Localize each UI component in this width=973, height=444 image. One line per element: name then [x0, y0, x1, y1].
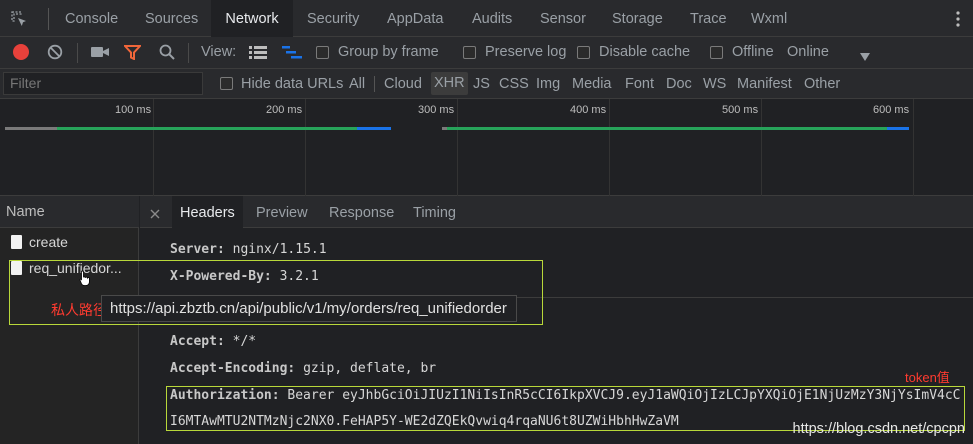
timeline-gridline — [457, 99, 458, 196]
timeline-bar-create — [57, 127, 357, 130]
timeline-bar-req-download — [887, 127, 909, 130]
filter-type-doc[interactable]: Doc — [666, 69, 692, 98]
filter-type-media[interactable]: Media — [572, 69, 612, 98]
timeline-gridline — [913, 99, 914, 196]
request-header-accept: Accept: */* — [170, 334, 256, 349]
network-toolbar: View: Group by frame Preserve log Disabl… — [0, 37, 973, 69]
group-by-frame-label: Group by frame — [338, 44, 439, 60]
timeline-tick-label: 100 ms — [115, 104, 152, 116]
filter-type-xhr[interactable]: XHR — [431, 72, 468, 95]
request-row[interactable]: create — [0, 229, 139, 255]
toolbar-separator — [77, 43, 78, 63]
view-label: View: — [201, 44, 237, 60]
tab-audits[interactable]: Audits — [472, 0, 512, 37]
name-column-label: Name — [6, 204, 45, 220]
screenshot-camera-icon[interactable] — [91, 45, 109, 59]
timeline-bar-req-unifiedorder — [447, 127, 887, 130]
disable-cache-label: Disable cache — [599, 44, 691, 60]
timeline-bar-create-download — [357, 127, 391, 130]
filter-separator — [374, 76, 375, 92]
toolbar-separator — [188, 43, 189, 63]
request-list-header[interactable]: Name — [0, 196, 139, 228]
offline-label: Offline — [732, 44, 774, 60]
disable-cache-checkbox[interactable] — [577, 46, 590, 59]
filter-type-ws[interactable]: WS — [703, 69, 726, 98]
inspect-element-icon[interactable] — [10, 10, 28, 28]
timeline-tick-label: 500 ms — [722, 104, 759, 116]
timeline-gridline — [153, 99, 154, 196]
timeline-tick-label: 400 ms — [570, 104, 607, 116]
request-header-accept-encoding: Accept-Encoding: gzip, deflate, br — [170, 361, 436, 376]
network-timeline-overview[interactable]: 100 ms 200 ms 300 ms 400 ms 500 ms 600 m… — [0, 99, 973, 196]
offline-checkbox[interactable] — [710, 46, 723, 59]
filter-funnel-icon[interactable] — [122, 45, 143, 61]
throttling-select[interactable]: Online — [787, 37, 829, 68]
tab-appdata[interactable]: AppData — [387, 0, 443, 37]
chevron-down-icon[interactable] — [860, 48, 870, 61]
filter-bar: Filter Hide data URLs All Cloud XHR JS C… — [0, 69, 973, 99]
header-value: nginx/1.15.1 — [232, 242, 327, 257]
preserve-log-checkbox[interactable] — [463, 46, 476, 59]
filter-type-other[interactable]: Other — [804, 69, 840, 98]
tab-storage[interactable]: Storage — [612, 0, 663, 37]
filter-type-all[interactable]: All — [349, 69, 365, 98]
close-icon[interactable] — [150, 206, 160, 219]
url-tooltip: https://api.zbztb.cn/api/public/v1/my/or… — [101, 295, 517, 322]
tab-sources[interactable]: Sources — [145, 0, 198, 37]
record-icon[interactable] — [13, 44, 29, 60]
timeline-tick-label: 200 ms — [266, 104, 303, 116]
filter-type-cloud[interactable]: Cloud — [384, 69, 422, 98]
hide-data-urls-label: Hide data URLs — [241, 76, 344, 92]
header-key: Server: — [170, 242, 225, 257]
token-label: token值 — [905, 370, 950, 385]
header-value: gzip, deflate, br — [303, 361, 437, 376]
tab-preview[interactable]: Preview — [256, 196, 308, 228]
timeline-tick-label: 600 ms — [873, 104, 910, 116]
timeline-gridline — [609, 99, 610, 196]
filter-type-manifest[interactable]: Manifest — [737, 69, 792, 98]
tab-console[interactable]: Console — [65, 0, 118, 37]
timeline-gridline — [761, 99, 762, 196]
timeline-bar-queued — [5, 127, 57, 130]
tab-security[interactable]: Security — [307, 0, 359, 37]
more-menu-icon[interactable] — [955, 11, 961, 27]
tab-sensor[interactable]: Sensor — [540, 0, 586, 37]
large-rows-icon[interactable] — [249, 46, 267, 59]
filter-type-js[interactable]: JS — [473, 69, 490, 98]
search-icon[interactable] — [159, 44, 175, 60]
filter-input[interactable]: Filter — [3, 72, 203, 95]
tab-headers[interactable]: Headers — [172, 196, 243, 228]
tab-timing[interactable]: Timing — [413, 196, 456, 228]
header-value: */* — [232, 334, 257, 349]
filter-type-img[interactable]: Img — [536, 69, 560, 98]
waterfall-overview-icon[interactable] — [282, 46, 302, 59]
header-key: Accept: — [170, 334, 225, 349]
tab-response[interactable]: Response — [329, 196, 394, 228]
timeline-gridline — [305, 99, 306, 196]
filter-type-css[interactable]: CSS — [499, 69, 529, 98]
clear-icon[interactable] — [47, 44, 63, 60]
response-header-server: Server: nginx/1.15.1 — [170, 242, 327, 257]
document-icon — [11, 235, 22, 249]
private-path-label: 私人路径 — [51, 302, 107, 318]
tab-trace[interactable]: Trace — [690, 0, 727, 37]
header-key: Accept-Encoding: — [170, 361, 296, 376]
detail-tabs-bar: Headers Preview Response Timing — [140, 196, 973, 228]
tab-network[interactable]: Network — [211, 0, 293, 37]
watermark: https://blog.csdn.net/cpcpn — [792, 421, 966, 437]
preserve-log-label: Preserve log — [485, 44, 567, 60]
tab-wxml[interactable]: Wxml — [751, 0, 787, 37]
devtools-tab-bar: Console Sources Network Security AppData… — [0, 0, 973, 37]
group-by-frame-checkbox[interactable] — [316, 46, 329, 59]
hide-data-urls-checkbox[interactable] — [220, 77, 233, 90]
request-name: create — [29, 234, 68, 250]
tab-separator — [48, 8, 49, 30]
timeline-tick-label: 300 ms — [418, 104, 455, 116]
filter-type-font[interactable]: Font — [625, 69, 654, 98]
